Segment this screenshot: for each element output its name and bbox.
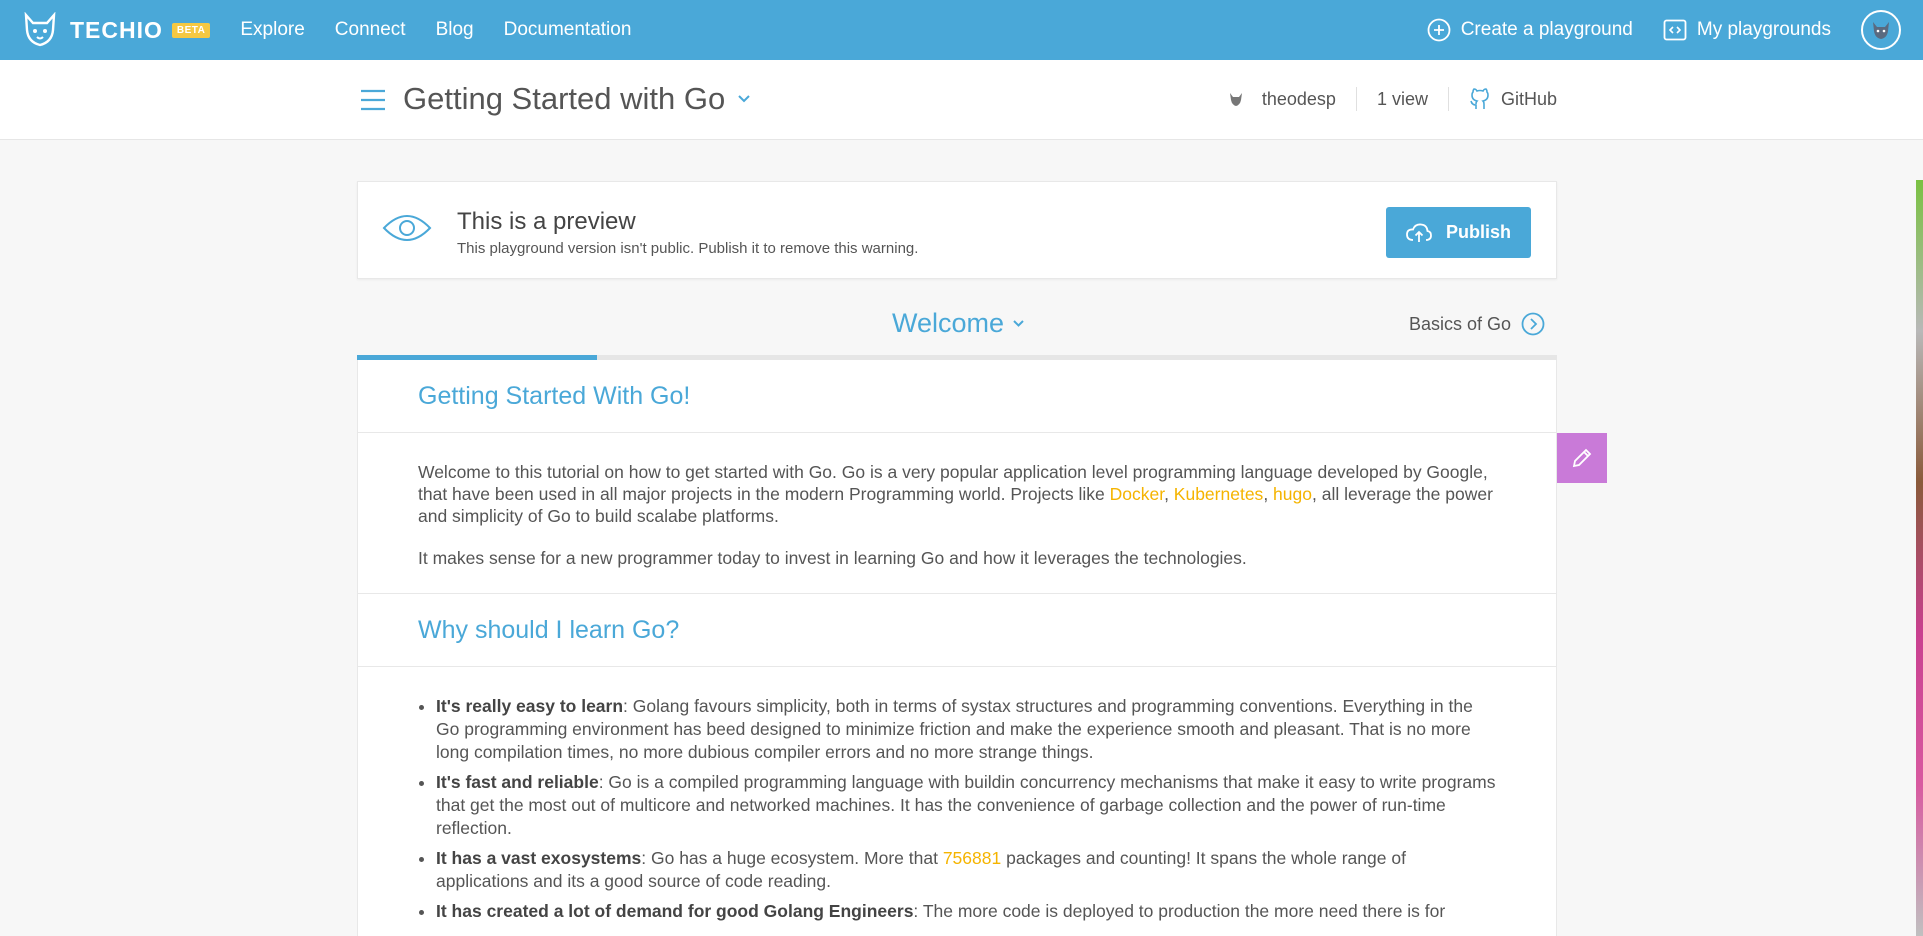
my-playgrounds-label: My playgrounds	[1696, 19, 1831, 40]
github-icon	[1470, 88, 1489, 109]
packages-count-link[interactable]: 756881	[943, 848, 1001, 868]
publish-label: Publish	[1445, 222, 1511, 242]
current-lesson-title: Welcome	[892, 308, 1005, 338]
window-edge	[1916, 180, 1923, 936]
item-text: : The more code is deployed to productio…	[913, 901, 1446, 921]
author-name: theodesp	[1261, 88, 1336, 109]
chevron-down-icon	[738, 95, 750, 103]
nav-blog[interactable]: Blog	[436, 19, 474, 41]
preview-subtitle: This playground version isn't public. Pu…	[457, 240, 919, 257]
playground-title-text: Getting Started with Go	[403, 81, 726, 116]
logo[interactable]: TECHIO BETA	[22, 0, 211, 60]
my-playgrounds-button[interactable]: My playgrounds	[1663, 18, 1831, 42]
section-body-getting-started: Welcome to this tutorial on how to get s…	[358, 433, 1556, 594]
create-playground-label: Create a playground	[1460, 19, 1633, 40]
code-window-icon	[1663, 19, 1687, 41]
list-item: It's really easy to learn: Golang favour…	[436, 695, 1496, 764]
pencil-icon	[1572, 448, 1592, 468]
hugo-link[interactable]: hugo	[1273, 484, 1312, 504]
playground-title[interactable]: Getting Started with Go	[403, 81, 751, 117]
brand-name: TECHIO	[70, 16, 163, 43]
divider	[1447, 87, 1449, 111]
main-nav: Explore Connect Blog Documentation	[240, 19, 661, 41]
list-item: It has a vast exosystems: Go has a huge …	[436, 847, 1496, 893]
text: ,	[1263, 484, 1274, 504]
create-playground-button[interactable]: Create a playground	[1427, 18, 1633, 42]
author[interactable]: theodesp	[1228, 89, 1336, 110]
top-navbar: TECHIO BETA Explore Connect Blog Documen…	[0, 0, 1923, 60]
section-title-why-learn-go: Why should I learn Go?	[358, 594, 1556, 667]
top-actions: Create a playground My playgrounds	[1427, 0, 1923, 60]
paragraph: Welcome to this tutorial on how to get s…	[418, 461, 1496, 527]
plus-circle-icon	[1427, 18, 1451, 42]
text: ,	[1164, 484, 1174, 504]
user-avatar[interactable]	[1861, 10, 1901, 50]
kubernetes-link[interactable]: Kubernetes	[1174, 484, 1264, 504]
github-label: GitHub	[1500, 88, 1557, 109]
playground-meta: theodesp 1 view GitHub	[1228, 87, 1557, 111]
preview-banner: This is a preview This playground versio…	[357, 181, 1557, 279]
playground-header: Getting Started with Go theodesp 1 view …	[0, 60, 1923, 140]
divider	[1355, 87, 1357, 111]
eye-icon	[382, 215, 432, 241]
lesson-navigation: Welcome Basics of Go	[357, 300, 1557, 360]
fox-avatar-icon	[1873, 22, 1889, 39]
nav-explore[interactable]: Explore	[240, 19, 304, 41]
chevron-right-circle-icon	[1521, 312, 1545, 336]
lesson-content: Getting Started With Go! Welcome to this…	[357, 360, 1557, 936]
fox-logo-icon	[24, 12, 56, 47]
list-item: It has created a lot of demand for good …	[436, 900, 1496, 923]
cloud-upload-icon	[1406, 223, 1432, 242]
nav-documentation[interactable]: Documentation	[504, 19, 632, 41]
preview-title: This is a preview	[457, 208, 636, 235]
github-link[interactable]: GitHub	[1469, 87, 1557, 111]
view-count: 1 view	[1376, 88, 1428, 109]
chevron-down-icon	[1013, 320, 1024, 327]
nav-connect[interactable]: Connect	[335, 19, 406, 41]
reasons-list: It's really easy to learn: Golang favour…	[358, 667, 1556, 923]
item-text: : Go has a huge ecosystem. More that	[641, 848, 943, 868]
item-heading: It has created a lot of demand for good …	[436, 901, 914, 921]
item-heading: It has a vast exosystems	[436, 848, 642, 868]
item-heading: It's fast and reliable	[436, 772, 599, 792]
section-title-getting-started: Getting Started With Go!	[358, 360, 1556, 433]
paragraph: It makes sense for a new programmer toda…	[418, 548, 1247, 568]
next-lesson-title: Basics of Go	[1408, 313, 1511, 334]
hamburger-menu-icon[interactable]	[360, 89, 386, 111]
publish-button[interactable]: Publish	[1386, 207, 1531, 258]
fox-author-icon	[1229, 93, 1242, 106]
edit-button[interactable]	[1557, 433, 1607, 483]
item-heading: It's really easy to learn	[436, 696, 624, 716]
beta-badge: BETA	[171, 22, 211, 38]
list-item: It's fast and reliable: Go is a compiled…	[436, 771, 1496, 840]
lesson-selector[interactable]: Welcome	[892, 308, 1025, 339]
next-lesson-link[interactable]: Basics of Go	[1409, 312, 1545, 336]
docker-link[interactable]: Docker	[1110, 484, 1164, 504]
